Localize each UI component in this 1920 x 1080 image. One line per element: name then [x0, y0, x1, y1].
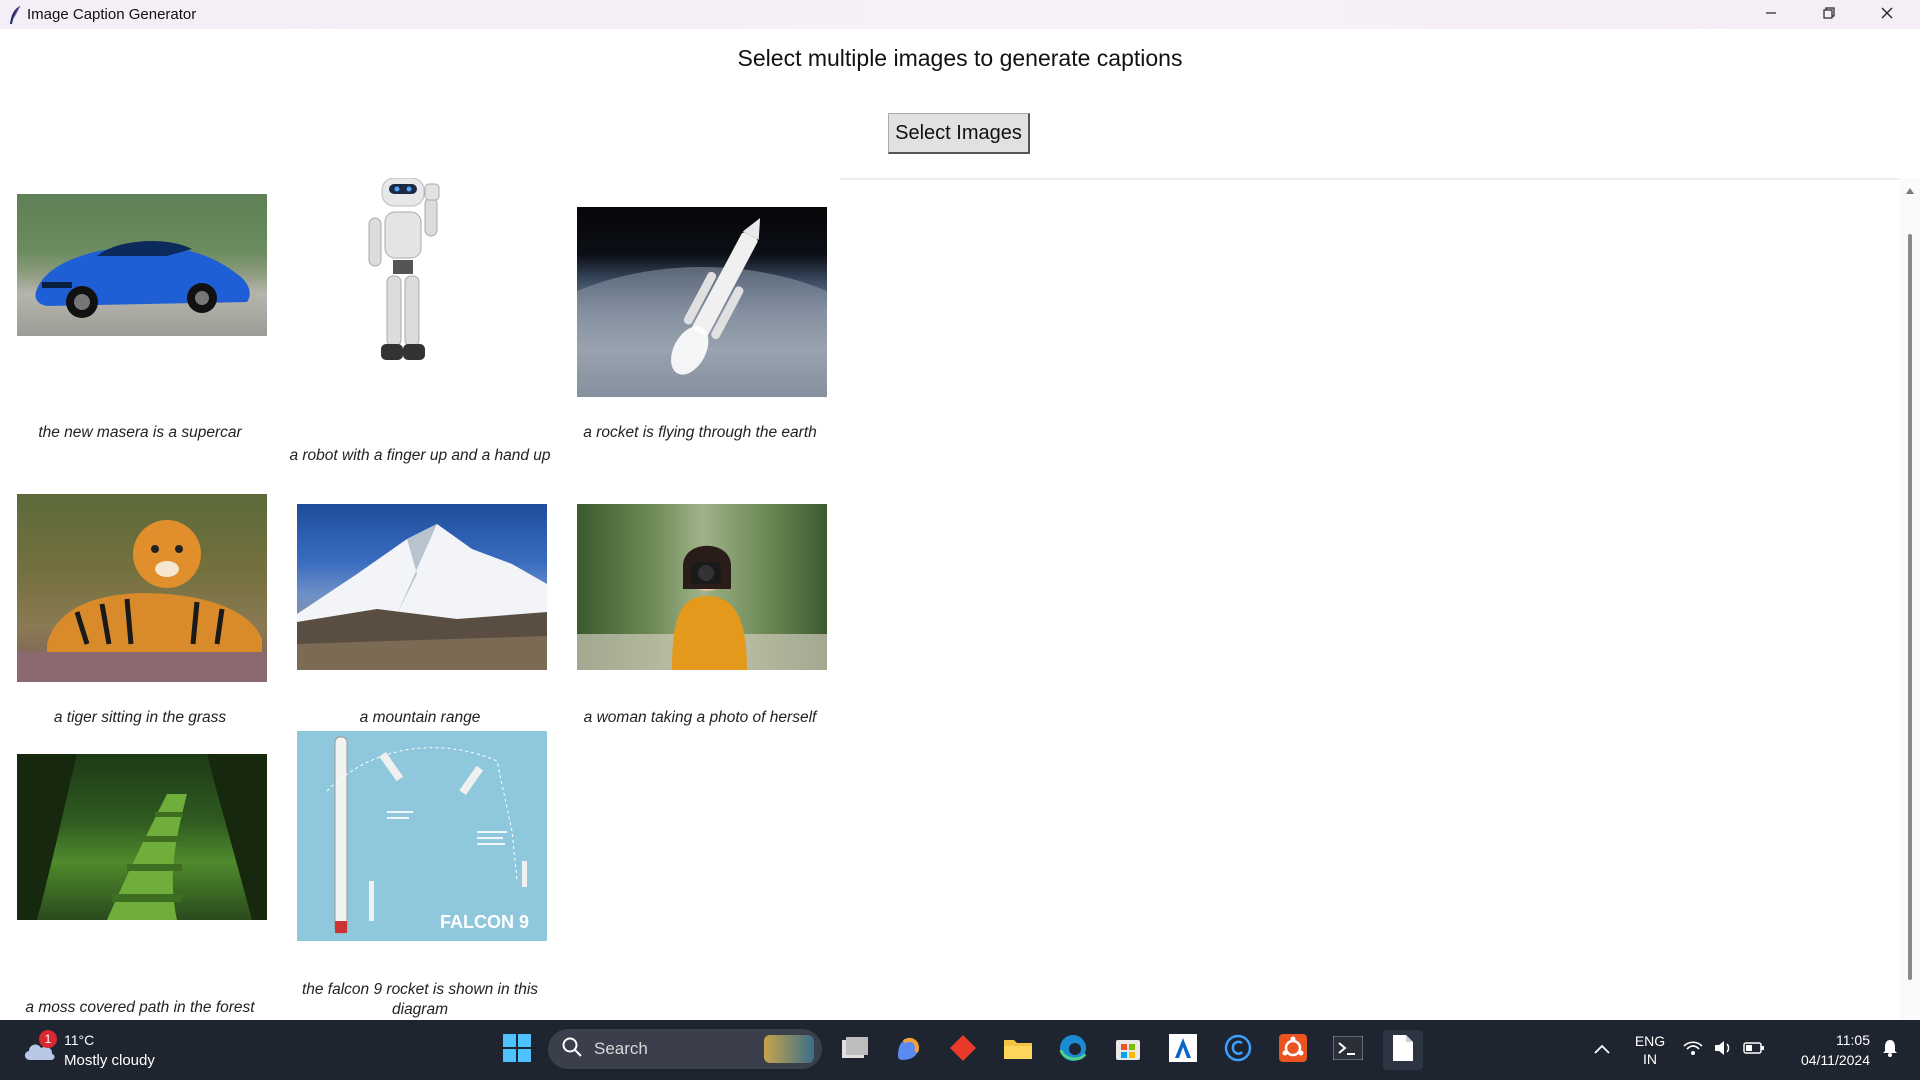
start-button[interactable] — [497, 1030, 537, 1070]
ubuntu-icon — [1279, 1033, 1307, 1067]
select-images-button[interactable]: Select Images — [888, 113, 1030, 154]
language-region: IN — [1643, 1051, 1657, 1067]
weather-widget[interactable]: 1 11°C Mostly cloudy — [20, 1028, 170, 1072]
store-icon — [1115, 1035, 1141, 1066]
minimize-button[interactable] — [1742, 0, 1800, 29]
minimize-icon — [1765, 6, 1777, 24]
close-button[interactable] — [1858, 0, 1916, 29]
restore-button[interactable] — [1800, 0, 1858, 29]
red-diamond-icon — [949, 1034, 977, 1067]
image-caption: the new masera is a supercar — [38, 424, 242, 441]
volume-icon — [1713, 1040, 1733, 1061]
windows-icon — [503, 1033, 531, 1067]
window-title: Image Caption Generator — [27, 6, 197, 23]
moss-path-image — [17, 754, 267, 920]
restore-icon — [1823, 6, 1835, 24]
image-caption: the falcon 9 rocket is shown in this dia… — [301, 981, 539, 1018]
copilot-button[interactable] — [888, 1030, 928, 1070]
wifi-icon — [1683, 1040, 1703, 1061]
image-caption: a moss covered path in the forest — [25, 999, 255, 1016]
battery-icon — [1743, 1040, 1765, 1061]
search-placeholder: Search — [594, 1039, 648, 1058]
image-caption: a tiger sitting in the grass — [53, 709, 227, 726]
title-bar: Image Caption Generator — [0, 0, 1920, 29]
car-image — [17, 194, 267, 336]
c-circle-icon — [1224, 1034, 1252, 1067]
page-title: Select multiple images to generate capti… — [737, 45, 1183, 71]
clock-time: 11:05 — [1836, 1032, 1870, 1048]
rocket-image — [577, 207, 827, 397]
cortana-button[interactable] — [1218, 1030, 1258, 1070]
azure-icon — [1169, 1033, 1197, 1067]
task-view-button[interactable] — [834, 1030, 874, 1070]
clock[interactable]: 11:05 04/11/2024 — [1778, 1030, 1870, 1070]
copilot-icon — [894, 1034, 922, 1067]
show-hidden-icons-button[interactable] — [1582, 1030, 1622, 1070]
image-caption: a woman taking a photo of herself — [583, 709, 817, 726]
feather-icon — [6, 4, 24, 26]
robot-image — [297, 178, 547, 383]
weather-desc: Mostly cloudy — [64, 1052, 155, 1069]
weather-temp: 11°C — [64, 1032, 95, 1048]
scroll-thumb[interactable] — [1908, 234, 1912, 980]
language-indicator[interactable]: ENG IN — [1628, 1032, 1672, 1068]
app-window: Select multiple images to generate capti… — [0, 29, 1920, 1049]
terminal-icon — [1332, 1035, 1364, 1065]
edge-button[interactable] — [1053, 1030, 1093, 1070]
file-explorer-button[interactable] — [998, 1030, 1038, 1070]
active-app-button[interactable] — [1383, 1030, 1423, 1070]
woman-photo-image — [577, 504, 827, 670]
clock-date: 04/11/2024 — [1800, 1052, 1870, 1068]
taskbar: 1 11°C Mostly cloudy Search ENG IN 11:05… — [0, 1020, 1920, 1080]
ubuntu-button[interactable] — [1273, 1030, 1313, 1070]
scroll-up-icon[interactable] — [1905, 182, 1915, 200]
app-red-button[interactable] — [943, 1030, 983, 1070]
close-icon — [1881, 6, 1893, 24]
search-highlight-icon — [764, 1035, 814, 1063]
notifications-button[interactable] — [1870, 1030, 1910, 1070]
folder-icon — [1003, 1036, 1033, 1065]
edge-icon — [1059, 1034, 1087, 1067]
azure-button[interactable] — [1163, 1030, 1203, 1070]
vertical-scrollbar[interactable] — [1900, 178, 1920, 1049]
taskbar-search[interactable]: Search — [548, 1029, 822, 1069]
terminal-button[interactable] — [1328, 1030, 1368, 1070]
image-grid[interactable]: the new masera is a supercar a robot wit… — [0, 178, 1900, 1020]
image-caption: a rocket is flying through the earth — [583, 424, 817, 441]
bell-icon — [1882, 1039, 1898, 1062]
search-icon — [562, 1037, 582, 1062]
language-code: ENG — [1634, 1033, 1666, 1049]
tiger-image — [17, 494, 267, 682]
falcon9-diagram-image: FALCON 9 — [297, 731, 547, 941]
notification-badge: 1 — [39, 1030, 57, 1048]
mountain-image — [297, 504, 547, 670]
image-caption: a robot with a finger up and a hand up — [289, 447, 551, 464]
store-button[interactable] — [1108, 1030, 1148, 1070]
system-tray[interactable] — [1683, 1038, 1783, 1062]
image-caption: a mountain range — [359, 709, 481, 726]
chevron-up-icon — [1594, 1041, 1610, 1059]
task-view-icon — [840, 1036, 868, 1065]
diagram-label: FALCON 9 — [439, 912, 529, 932]
document-icon — [1392, 1034, 1414, 1067]
